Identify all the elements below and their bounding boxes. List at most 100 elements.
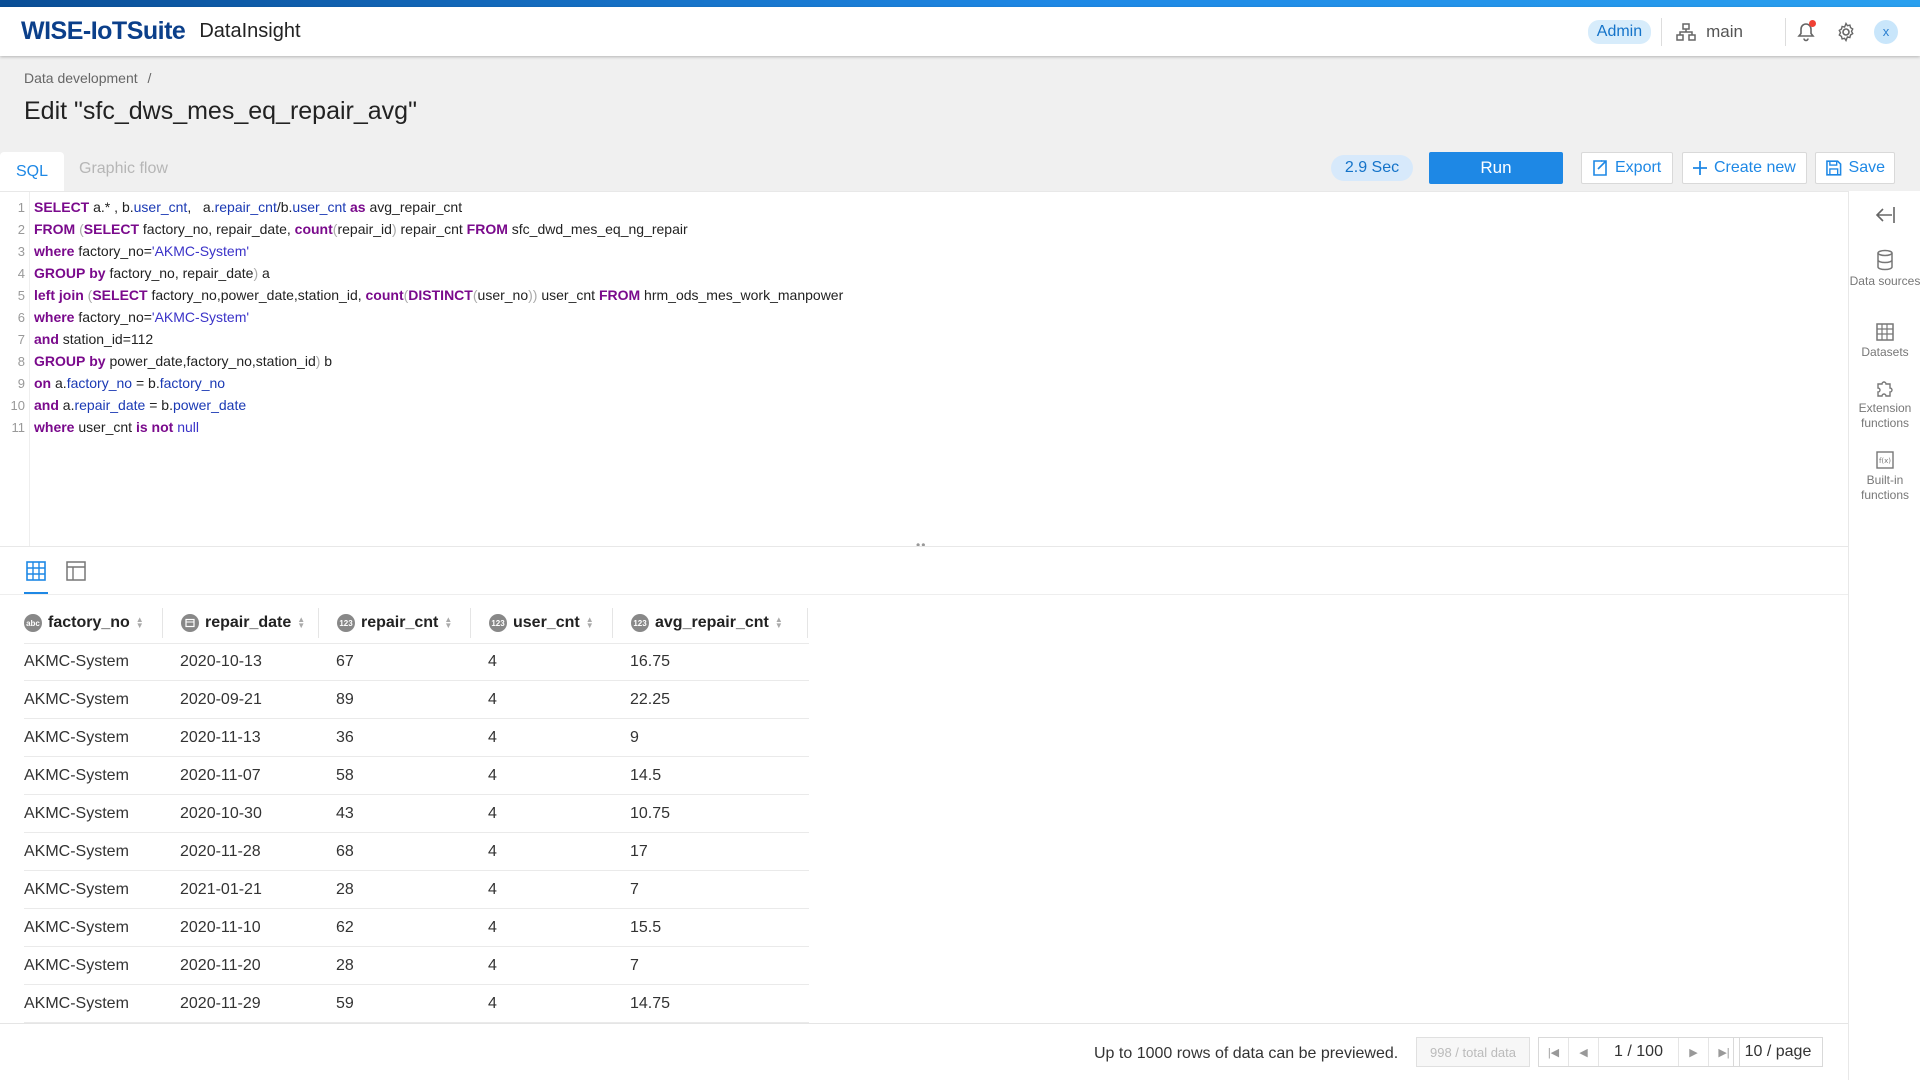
date-type-icon [181, 614, 199, 632]
table-row[interactable]: AKMC-System 2020-10-13 67 4 16.75 [24, 643, 809, 681]
line-number-gutter: 1 2 3 4 5 6 7 8 9 10 11 [0, 192, 30, 547]
table-cell-repair_date: 2020-11-13 [180, 728, 261, 746]
prev-page-icon[interactable]: ◀ [1569, 1038, 1599, 1066]
sort-icon[interactable]: ▲ ▼ [136, 616, 144, 630]
table-header: abc factory_no ▲ ▼ repair_date ▲ ▼ 123 rep… [24, 608, 808, 638]
code-line[interactable]: and a.repair_date = b.power_date [34, 397, 246, 413]
code-line[interactable]: where factory_no='AKMC-System' [34, 243, 249, 259]
logo[interactable]: WISE-IoTSuite [21, 17, 186, 46]
next-page-icon[interactable]: ▶ [1679, 1038, 1709, 1066]
sort-icon[interactable]: ▲ ▼ [586, 616, 594, 630]
detail-view-button[interactable] [64, 559, 88, 583]
table-cell-repair_date: 2020-11-07 [180, 766, 261, 784]
line-number: 9 [17, 376, 25, 391]
settings-button[interactable] [1826, 12, 1866, 52]
table-cell-avg_repair_cnt: 16.75 [630, 653, 671, 670]
table-row[interactable]: AKMC-System 2020-11-20 28 4 7 [24, 947, 809, 985]
code-line[interactable]: left join (SELECT factory_no,power_date,… [34, 287, 843, 303]
branch-tree-icon [1676, 22, 1696, 41]
plus-icon [1693, 161, 1707, 175]
grid-icon [26, 561, 46, 581]
page-indicator[interactable]: 1 / 100 [1599, 1038, 1679, 1066]
sql-editor[interactable]: 1 2 3 4 5 6 7 8 9 10 11 SELECT a.* , b.u… [0, 191, 1848, 547]
table-cell-user_cnt: 4 [488, 956, 497, 974]
code-line[interactable]: on a.factory_no = b.factory_no [34, 375, 225, 391]
column-header[interactable]: 123 avg_repair_cnt ▲ ▼ [613, 608, 808, 638]
table-row[interactable]: AKMC-System 2020-11-07 58 4 14.5 [24, 757, 809, 795]
column-header[interactable]: repair_date ▲ ▼ [163, 608, 319, 638]
save-button[interactable]: Save [1815, 152, 1895, 184]
sort-icon[interactable]: ▲ ▼ [775, 616, 783, 630]
table-cell-factory_no: AKMC-System [24, 842, 129, 860]
pager: |◀ ◀ 1 / 100 ▶ ▶| [1538, 1037, 1740, 1067]
table-cell-factory_no: AKMC-System [24, 994, 129, 1012]
sort-icon[interactable]: ▲ ▼ [297, 616, 305, 630]
collapse-arrow-icon [1875, 207, 1895, 223]
code-line[interactable]: GROUP by power_date,factory_no,station_i… [34, 353, 332, 369]
table-cell-repair_date: 2020-11-20 [180, 956, 261, 974]
table-cell-avg_repair_cnt: 9 [630, 728, 639, 746]
breadcrumb-item[interactable]: Data development [24, 70, 138, 86]
user-avatar[interactable]: x [1874, 19, 1898, 44]
table-row[interactable]: AKMC-System 2020-10-30 43 4 10.75 [24, 795, 809, 833]
breadcrumb-separator: / [147, 70, 152, 86]
code-line[interactable]: GROUP by factory_no, repair_date) a [34, 265, 270, 281]
page-size-select[interactable]: 10 / page [1733, 1037, 1823, 1067]
export-label: Export [1615, 159, 1662, 176]
table-row[interactable]: AKMC-System 2020-09-21 89 4 22.25 [24, 681, 809, 719]
table-cell-user_cnt: 4 [488, 842, 497, 860]
table-cell-factory_no: AKMC-System [24, 653, 129, 670]
export-button[interactable]: Export [1581, 152, 1673, 184]
code-line[interactable]: where user_cnt is not null [34, 419, 199, 435]
table-cell-repair_date: 2020-10-30 [180, 804, 262, 822]
sort-icon[interactable]: ▲ ▼ [444, 616, 452, 630]
table-icon [1876, 323, 1894, 341]
notifications-button[interactable] [1786, 12, 1826, 52]
column-header[interactable]: 123 repair_cnt ▲ ▼ [319, 608, 471, 638]
gear-icon [1838, 21, 1854, 42]
table-row[interactable]: AKMC-System 2020-11-29 59 4 14.75 [24, 985, 809, 1023]
number-type-icon: 123 [337, 614, 355, 632]
create-new-button[interactable]: Create new [1682, 152, 1807, 184]
run-button[interactable]: Run [1429, 152, 1563, 184]
table-row[interactable]: AKMC-System 2021-01-21 28 4 7 [24, 871, 809, 909]
panel-label: Built-in functions [1860, 473, 1910, 502]
table-row[interactable]: AKMC-System 2020-11-13 36 4 9 [24, 719, 809, 757]
panel-datasets[interactable]: Datasets [1849, 322, 1920, 360]
line-number: 11 [11, 420, 26, 435]
panel-extension-functions[interactable]: Extension functions [1849, 378, 1920, 431]
code-line[interactable]: SELECT a.* , b.user_cnt, a.repair_cnt/b.… [34, 199, 462, 215]
top-accent-bar [0, 0, 1920, 7]
column-header[interactable]: 123 user_cnt ▲ ▼ [471, 608, 613, 638]
column-name: avg_repair_cnt [655, 614, 769, 631]
first-page-icon[interactable]: |◀ [1539, 1038, 1569, 1066]
panel-built-in-functions[interactable]: f(x) Built-in functions [1849, 450, 1920, 503]
collapse-panel-button[interactable] [1849, 205, 1920, 228]
column-name: user_cnt [513, 614, 580, 631]
table-cell-factory_no: AKMC-System [24, 728, 129, 746]
tab-graphic-flow[interactable]: Graphic flow [79, 160, 168, 178]
table-cell-factory_no: AKMC-System [24, 956, 129, 974]
table-cell-user_cnt: 4 [488, 766, 497, 784]
tab-sql[interactable]: SQL [0, 152, 64, 191]
table-row[interactable]: AKMC-System 2020-11-28 68 4 17 [24, 833, 809, 871]
table-cell-user_cnt: 4 [488, 918, 497, 936]
panel-label: Datasets [1861, 345, 1909, 359]
code-line[interactable]: and station_id=112 [34, 331, 153, 347]
branch-selector[interactable]: main [1676, 22, 1743, 42]
results-panel: abc factory_no ▲ ▼ repair_date ▲ ▼ 123 rep… [0, 546, 1848, 1080]
panel-data-sources[interactable]: Data sources [1849, 249, 1920, 289]
code-line[interactable]: where factory_no='AKMC-System' [34, 309, 249, 325]
branch-name: main [1706, 21, 1743, 41]
column-header[interactable]: abc factory_no ▲ ▼ [24, 608, 163, 638]
number-type-icon: 123 [631, 614, 649, 632]
code-line[interactable]: FROM (SELECT factory_no, repair_date, co… [34, 221, 688, 237]
pagination-footer: Up to 1000 rows of data can be previewed… [0, 1023, 1848, 1080]
table-cell-repair_cnt: 43 [336, 804, 354, 822]
line-number: 10 [10, 398, 25, 413]
table-row[interactable]: AKMC-System 2020-11-10 62 4 15.5 [24, 909, 809, 947]
text-type-icon: abc [24, 614, 42, 632]
breadcrumb: Data development / [24, 70, 151, 86]
grid-view-button[interactable] [24, 559, 48, 583]
role-badge[interactable]: Admin [1587, 19, 1652, 44]
